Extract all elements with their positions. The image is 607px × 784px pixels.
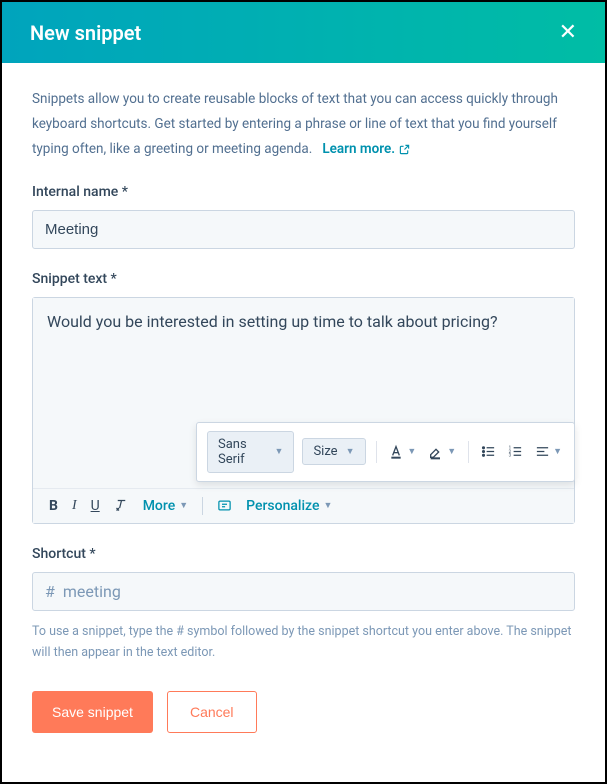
underline-button[interactable]: U xyxy=(91,498,100,514)
chevron-down-icon: ▼ xyxy=(553,446,562,457)
dialog-title: New snippet xyxy=(30,21,141,45)
cancel-button[interactable]: Cancel xyxy=(167,691,257,733)
more-button[interactable]: More ▼ xyxy=(143,498,188,514)
internal-name-input[interactable] xyxy=(32,210,575,249)
shortcut-prefix: # xyxy=(45,582,55,601)
personalize-button[interactable]: Personalize ▼ xyxy=(246,498,332,514)
intro-text: Snippets allow you to create reusable bl… xyxy=(32,87,575,162)
shortcut-hint: To use a snippet, type the # symbol foll… xyxy=(32,621,575,664)
ordered-list-button[interactable]: 123 xyxy=(506,440,525,463)
dialog-header: New snippet ✕ xyxy=(2,2,605,63)
chevron-down-icon: ▼ xyxy=(407,446,416,457)
bold-button[interactable]: B xyxy=(49,498,58,514)
intro-copy: Snippets allow you to create reusable bl… xyxy=(32,91,558,157)
insert-token-button[interactable] xyxy=(217,498,232,513)
close-icon[interactable]: ✕ xyxy=(559,20,577,45)
learn-more-label: Learn more. xyxy=(322,137,395,162)
learn-more-link[interactable]: Learn more. xyxy=(322,137,410,162)
font-family-select[interactable]: Sans Serif ▼ xyxy=(207,431,294,473)
internal-name-label: Internal name * xyxy=(32,184,575,200)
personalize-label: Personalize xyxy=(246,498,319,514)
snippet-editor-container: Would you be interested in setting up ti… xyxy=(32,297,575,524)
snippet-editor: Would you be interested in setting up ti… xyxy=(32,297,575,524)
font-size-label: Size xyxy=(313,444,337,459)
snippet-text-label: Snippet text * xyxy=(32,271,575,287)
svg-text:3: 3 xyxy=(509,454,512,459)
chevron-down-icon: ▼ xyxy=(447,446,456,457)
shortcut-value: meeting xyxy=(63,582,121,601)
shortcut-input[interactable]: # meeting xyxy=(32,572,575,611)
font-family-label: Sans Serif xyxy=(218,437,267,467)
font-size-select[interactable]: Size ▼ xyxy=(302,438,365,465)
dialog-body: Snippets allow you to create reusable bl… xyxy=(2,63,605,757)
save-button[interactable]: Save snippet xyxy=(32,691,153,733)
chevron-down-icon: ▼ xyxy=(179,500,188,511)
editor-toolbar: B I U More ▼ Personalize ▼ xyxy=(33,488,574,523)
more-label: More xyxy=(143,498,176,514)
popover-divider xyxy=(376,441,377,463)
italic-button[interactable]: I xyxy=(72,498,77,514)
internal-name-field: Internal name * xyxy=(32,184,575,249)
external-link-icon xyxy=(399,144,410,155)
shortcut-label: Shortcut * xyxy=(32,546,575,562)
clear-formatting-button[interactable] xyxy=(114,498,129,513)
highlight-color-button[interactable]: ▼ xyxy=(426,440,458,464)
text-color-button[interactable]: ▼ xyxy=(386,440,418,464)
toolbar-divider xyxy=(202,497,203,515)
dialog-actions: Save snippet Cancel xyxy=(32,691,575,733)
formatting-popover: Sans Serif ▼ Size ▼ ▼ ▼ 123 xyxy=(196,422,575,482)
unordered-list-button[interactable] xyxy=(479,440,498,463)
chevron-down-icon: ▼ xyxy=(275,446,284,457)
shortcut-field: Shortcut * # meeting To use a snippet, t… xyxy=(32,546,575,664)
popover-divider xyxy=(468,441,469,463)
chevron-down-icon: ▼ xyxy=(346,446,355,457)
align-button[interactable]: ▼ xyxy=(533,440,564,463)
chevron-down-icon: ▼ xyxy=(323,500,332,511)
